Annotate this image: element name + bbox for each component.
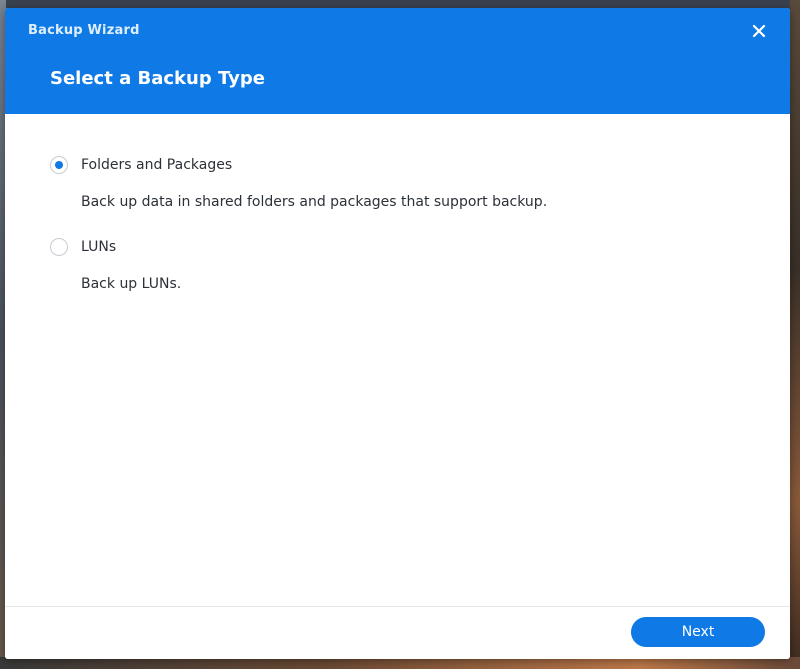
option-description: Back up data in shared folders and packa… [81, 194, 548, 210]
option-description: Back up LUNs. [81, 276, 182, 292]
wizard-footer: Next [5, 606, 790, 659]
close-button[interactable] [748, 20, 770, 42]
option-label: LUNs [81, 239, 117, 255]
window-title: Backup Wizard [28, 23, 140, 38]
option-folders-and-packages[interactable]: Folders and Packages [50, 156, 232, 174]
next-button[interactable]: Next [631, 617, 765, 647]
desktop-backdrop-right [790, 0, 800, 669]
option-luns[interactable]: LUNs [50, 238, 116, 256]
wizard-header: Backup Wizard Select a Backup Type [5, 8, 790, 114]
option-label: Folders and Packages [81, 157, 233, 173]
close-icon [752, 24, 766, 38]
radio-folders-and-packages[interactable] [50, 156, 68, 174]
backup-wizard-window: Backup Wizard Select a Backup Type Folde… [5, 8, 790, 659]
radio-luns[interactable] [50, 238, 68, 256]
wizard-content: Folders and Packages Back up data in sha… [5, 114, 790, 606]
step-title: Select a Backup Type [50, 68, 265, 89]
